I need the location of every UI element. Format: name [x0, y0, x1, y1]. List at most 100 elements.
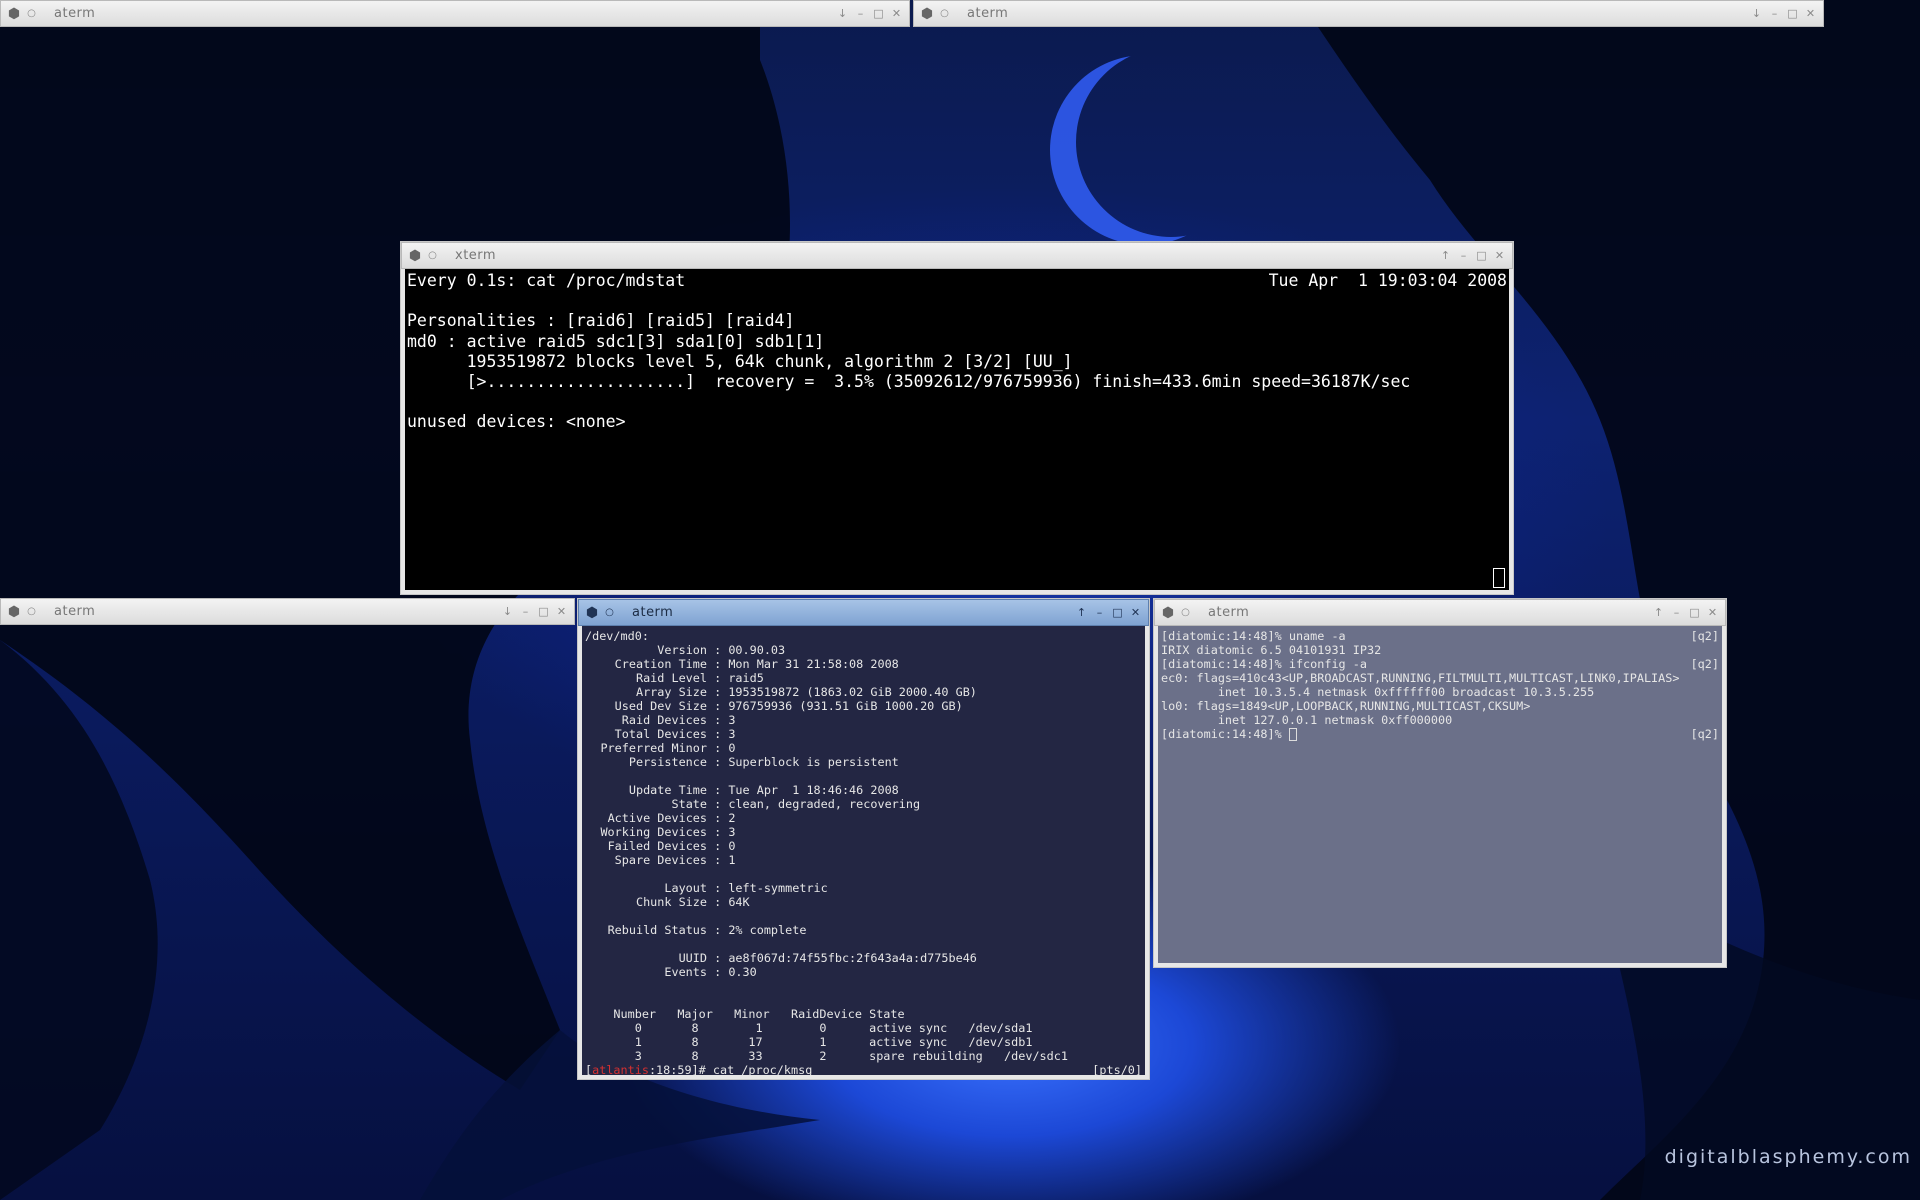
aterm-window-top-left[interactable]: ⬢ ○ aterm ↓ – □ ✕ — [0, 0, 910, 30]
detail-row: Raid Level : raid5 — [635, 671, 764, 685]
detail-row: Preferred Minor : 0 — [600, 741, 736, 755]
minimize-icon[interactable]: – — [854, 7, 867, 20]
detail-row: Array Size : 1953519872 (1863.02 GiB 200… — [635, 685, 977, 699]
terminal-area[interactable]: /dev/md0: Version : 00.90.03 Creation Ti… — [582, 626, 1145, 1075]
terminal-line: [>....................] recovery = 3.5% … — [407, 371, 1411, 391]
watch-command: Every 0.1s: cat /proc/mdstat — [407, 271, 686, 290]
terminal-line: Personalities : [raid6] [raid5] [raid4] — [407, 311, 795, 331]
terminal-cursor — [1288, 728, 1297, 741]
maximize-icon[interactable]: □ — [1786, 7, 1799, 20]
titlebar[interactable]: ⬢ ○ aterm ↑ – □ ✕ — [1154, 599, 1726, 626]
blank-row — [585, 979, 1142, 993]
shade-arrow-icon[interactable]: ↑ — [1439, 249, 1452, 262]
terminal-line: unused devices: <none> — [407, 412, 626, 432]
terminal-line: ec0: flags=410c43<UP,BROADCAST,RUNNING,F… — [1161, 671, 1680, 685]
cube-icon[interactable]: ⬢ — [919, 6, 935, 22]
maximize-icon[interactable]: □ — [872, 7, 885, 20]
pin-icon[interactable]: ○ — [1181, 607, 1190, 618]
terminal-line: lo0: flags=1849<UP,LOOPBACK,RUNNING,MULT… — [1161, 699, 1531, 713]
cube-icon[interactable]: ⬢ — [1160, 605, 1176, 621]
shell-prompt: [atlantis:18:59]# cat /proc/kmsg [pts/0] — [585, 1063, 1142, 1075]
terminal-line: 1953519872 blocks level 5, 64k chunk, al… — [407, 351, 1073, 371]
titlebar[interactable]: ⬢ ○ aterm ↓ – □ ✕ — [913, 0, 1824, 27]
pin-icon[interactable]: ○ — [605, 607, 614, 618]
minimize-icon[interactable]: – — [1457, 249, 1470, 262]
titlebar[interactable]: ⬢ ○ xterm ↑ – □ ✕ — [401, 242, 1513, 269]
minimize-icon[interactable]: – — [519, 605, 532, 618]
window-title: aterm — [967, 6, 1009, 21]
terminal-line: IRIX diatomic 6.5 04101931 IP32 — [1161, 643, 1382, 657]
detail-row: Layout : left-symmetric — [664, 881, 828, 895]
close-icon[interactable]: ✕ — [890, 7, 903, 20]
terminal-line: md0 : active raid5 sdc1[3] sda1[0] sdb1[… — [407, 331, 825, 351]
terminal-line: inet 127.0.0.1 netmask 0xff000000 — [1161, 713, 1453, 727]
shade-arrow-icon[interactable]: ↓ — [836, 7, 849, 20]
blank-row — [585, 769, 1142, 783]
aterm-window-mdadm[interactable]: ⬢ ○ aterm ↑ – □ ✕ /dev/md0: Version : 00… — [577, 598, 1150, 1080]
device-table-row: 3 8 33 2 spare rebuilding /dev/sdc1 — [585, 1049, 1068, 1063]
detail-row: Failed Devices : 0 — [607, 839, 736, 853]
shade-arrow-icon[interactable]: ↑ — [1075, 606, 1088, 619]
terminal-line: [diatomic:14:48]% ifconfig -a [q2] — [1161, 657, 1719, 671]
terminal-area[interactable]: Every 0.1s: cat /proc/mdstat Tue Apr 1 1… — [405, 269, 1509, 590]
shell-prompt[interactable]: [diatomic:14:48]% [q2] — [1161, 727, 1719, 741]
detail-row: Active Devices : 2 — [607, 811, 736, 825]
device-line: /dev/md0: — [585, 629, 649, 643]
minimize-icon[interactable]: – — [1093, 606, 1106, 619]
window-title: aterm — [54, 6, 96, 21]
close-icon[interactable]: ✕ — [1706, 606, 1719, 619]
device-table-row: 0 8 1 0 active sync /dev/sda1 — [585, 1021, 1033, 1035]
prompt-hostname: atlantis — [592, 1063, 649, 1075]
detail-row: Rebuild Status : 2% complete — [607, 923, 807, 937]
detail-row: Persistence : Superblock is persistent — [628, 755, 899, 769]
detail-row: Total Devices : 3 — [614, 727, 736, 741]
close-icon[interactable]: ✕ — [555, 605, 568, 618]
pin-icon[interactable]: ○ — [428, 250, 437, 261]
minimize-icon[interactable]: – — [1768, 7, 1781, 20]
close-icon[interactable]: ✕ — [1493, 249, 1506, 262]
close-icon[interactable]: ✕ — [1804, 7, 1817, 20]
cube-icon[interactable]: ⬢ — [584, 605, 600, 621]
detail-row: Version : 00.90.03 — [657, 643, 786, 657]
window-title: xterm — [455, 248, 497, 263]
xterm-window[interactable]: ⬢ ○ xterm ↑ – □ ✕ Every 0.1s: cat /proc/… — [400, 241, 1514, 595]
cube-icon[interactable]: ⬢ — [6, 604, 22, 620]
detail-row: Raid Devices : 3 — [621, 713, 736, 727]
shade-arrow-icon[interactable]: ↓ — [501, 605, 514, 618]
blank-row — [585, 937, 1142, 951]
shade-arrow-icon[interactable]: ↑ — [1652, 606, 1665, 619]
titlebar[interactable]: ⬢ ○ aterm ↓ – □ ✕ — [0, 0, 910, 27]
shade-arrow-icon[interactable]: ↓ — [1750, 7, 1763, 20]
detail-row: Spare Devices : 1 — [614, 853, 736, 867]
blank-row — [585, 993, 1142, 1007]
cube-icon[interactable]: ⬢ — [6, 6, 22, 22]
maximize-icon[interactable]: □ — [1111, 606, 1124, 619]
maximize-icon[interactable]: □ — [1688, 606, 1701, 619]
minimize-icon[interactable]: – — [1670, 606, 1683, 619]
close-icon[interactable]: ✕ — [1129, 606, 1142, 619]
aterm-window-irix[interactable]: ⬢ ○ aterm ↑ – □ ✕ [diatomic:14:48]% unam… — [1153, 598, 1727, 968]
titlebar[interactable]: ⬢ ○ aterm ↑ – □ ✕ — [578, 599, 1149, 626]
pin-icon[interactable]: ○ — [27, 8, 36, 19]
aterm-window-bottom-left[interactable]: ⬢ ○ aterm ↓ – □ ✕ — [0, 598, 575, 628]
window-title: aterm — [54, 604, 96, 619]
terminal-line: [diatomic:14:48]% uname -a [q2] — [1161, 629, 1719, 643]
detail-row: UUID : ae8f067d:74f55fbc:2f643a4a:d775be… — [678, 951, 977, 965]
prompt-tty: [pts/0] — [1092, 1063, 1142, 1075]
detail-row: Chunk Size : 64K — [635, 895, 750, 909]
detail-row: Events : 0.30 — [664, 965, 757, 979]
terminal-cursor — [1493, 568, 1505, 588]
device-table-row: 1 8 17 1 active sync /dev/sdb1 — [585, 1035, 1033, 1049]
maximize-icon[interactable]: □ — [1475, 249, 1488, 262]
aterm-window-top-right[interactable]: ⬢ ○ aterm ↓ – □ ✕ — [913, 0, 1824, 30]
maximize-icon[interactable]: □ — [537, 605, 550, 618]
pin-icon[interactable]: ○ — [27, 606, 36, 617]
detail-row: State : clean, degraded, recovering — [671, 797, 921, 811]
cube-icon[interactable]: ⬢ — [407, 248, 423, 264]
pin-icon[interactable]: ○ — [940, 8, 949, 19]
terminal-area[interactable]: [diatomic:14:48]% uname -a [q2] IRIX diat… — [1158, 626, 1722, 963]
titlebar[interactable]: ⬢ ○ aterm ↓ – □ ✕ — [0, 598, 575, 625]
detail-row: Working Devices : 3 — [600, 825, 736, 839]
